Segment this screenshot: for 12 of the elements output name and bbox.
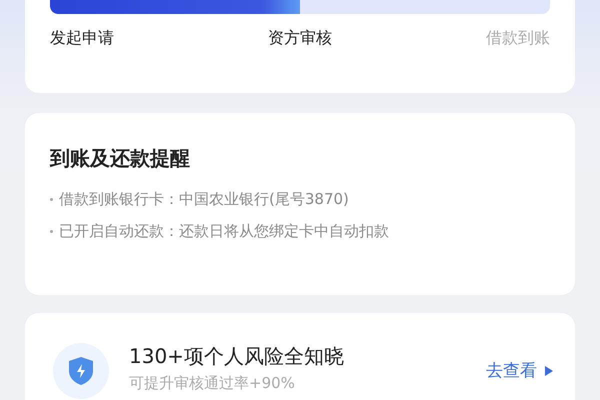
play-triangle-icon bbox=[545, 366, 553, 376]
step-label: 发起申请 bbox=[50, 28, 114, 49]
view-link[interactable]: 去查看 bbox=[486, 359, 553, 382]
step-label: 资方审核 bbox=[268, 28, 332, 49]
reminder-text: 借款到账银行卡：中国农业银行(尾号3870) bbox=[59, 190, 349, 209]
step-label: 借款到账 bbox=[486, 28, 550, 49]
reminder-text: 已开启自动还款：还款日将从您绑定卡中自动扣款 bbox=[59, 222, 389, 241]
bullet-icon bbox=[50, 230, 53, 233]
promo-title: 130+项个人风险全知晓 bbox=[129, 343, 345, 370]
bullet-icon bbox=[50, 198, 53, 201]
promo-subtitle: 可提升审核通过率+90% bbox=[129, 374, 296, 393]
section-title: 到账及还款提醒 bbox=[50, 145, 191, 172]
